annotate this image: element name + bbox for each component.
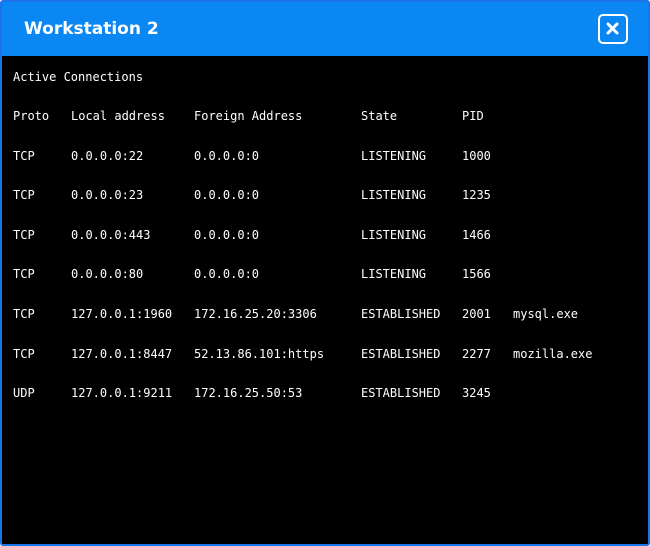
- header-proto: Proto: [13, 109, 50, 123]
- close-button[interactable]: [598, 14, 628, 44]
- table-row: TCP 127.0.0.1:1960 172.16.25.20:3306 EST…: [2, 306, 648, 322]
- foreign-address-cell: 172.16.25.20:3306: [194, 307, 317, 321]
- local-address-cell: 127.0.0.1:9211: [71, 386, 173, 400]
- process-cell: mysql.exe: [513, 307, 579, 321]
- state-cell: ESTABLISHED: [361, 347, 441, 361]
- local-address-cell: 0.0.0.0:23: [71, 188, 144, 202]
- state-cell: ESTABLISHED: [361, 386, 441, 400]
- table-row: TCP 0.0.0.0:23 0.0.0.0:0 LISTENING 1235: [2, 187, 648, 203]
- foreign-address-cell: 0.0.0.0:0: [194, 149, 260, 163]
- proto-cell: TCP: [13, 267, 35, 281]
- pid-cell: 1466: [462, 228, 491, 242]
- workstation-window: Workstation 2 Active Connections Proto L…: [0, 0, 650, 546]
- local-address-cell: 0.0.0.0:80: [71, 267, 144, 281]
- pid-cell: 3245: [462, 386, 491, 400]
- proto-cell: TCP: [13, 228, 35, 242]
- foreign-address-cell: 0.0.0.0:0: [194, 188, 260, 202]
- active-connections-heading: Active Connections: [13, 70, 144, 84]
- state-cell: LISTENING: [361, 188, 427, 202]
- foreign-address-cell: 52.13.86.101:https: [194, 347, 325, 361]
- proto-cell: UDP: [13, 386, 35, 400]
- header-foreign-address: Foreign Address: [194, 109, 303, 123]
- proto-cell: TCP: [13, 149, 35, 163]
- local-address-cell: 127.0.0.1:8447: [71, 347, 173, 361]
- pid-cell: 1235: [462, 188, 491, 202]
- table-row: UDP 127.0.0.1:9211 172.16.25.50:53 ESTAB…: [2, 385, 648, 401]
- pid-cell: 1000: [462, 149, 491, 163]
- pid-cell: 2277: [462, 347, 491, 361]
- table-row: TCP 127.0.0.1:8447 52.13.86.101:https ES…: [2, 346, 648, 362]
- pid-cell: 2001: [462, 307, 491, 321]
- window-titlebar: Workstation 2: [2, 2, 648, 56]
- foreign-address-cell: 0.0.0.0:0: [194, 267, 260, 281]
- table-header-row: Proto Local address Foreign Address Stat…: [2, 108, 648, 124]
- proto-cell: TCP: [13, 188, 35, 202]
- pid-cell: 1566: [462, 267, 491, 281]
- window-title: Workstation 2: [24, 19, 159, 39]
- local-address-cell: 127.0.0.1:1960: [71, 307, 173, 321]
- state-cell: LISTENING: [361, 149, 427, 163]
- foreign-address-cell: 172.16.25.50:53: [194, 386, 303, 400]
- terminal-output: Active Connections Proto Local address F…: [2, 56, 648, 544]
- table-row: TCP 0.0.0.0:80 0.0.0.0:0 LISTENING 1566: [2, 266, 648, 282]
- local-address-cell: 0.0.0.0:443: [71, 228, 151, 242]
- local-address-cell: 0.0.0.0:22: [71, 149, 144, 163]
- state-cell: LISTENING: [361, 228, 427, 242]
- proto-cell: TCP: [13, 307, 35, 321]
- close-x-icon: [606, 22, 619, 35]
- table-row: TCP 0.0.0.0:443 0.0.0.0:0 LISTENING 1466: [2, 227, 648, 243]
- header-pid: PID: [462, 109, 484, 123]
- table-row: TCP 0.0.0.0:22 0.0.0.0:0 LISTENING 1000: [2, 148, 648, 164]
- state-cell: LISTENING: [361, 267, 427, 281]
- foreign-address-cell: 0.0.0.0:0: [194, 228, 260, 242]
- state-cell: ESTABLISHED: [361, 307, 441, 321]
- header-state: State: [361, 109, 398, 123]
- header-local-address: Local address: [71, 109, 165, 123]
- process-cell: mozilla.exe: [513, 347, 593, 361]
- proto-cell: TCP: [13, 347, 35, 361]
